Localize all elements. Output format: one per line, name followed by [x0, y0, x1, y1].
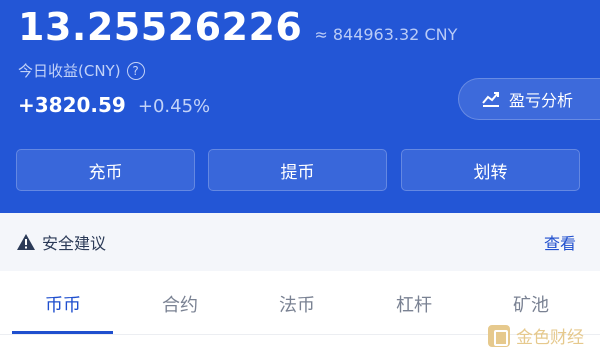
security-advice-label: 安全建议: [42, 234, 107, 253]
transfer-button[interactable]: 划转: [401, 149, 580, 191]
tab-mining-pool[interactable]: 矿池: [481, 291, 581, 317]
profit-loss-analysis-button[interactable]: 盈亏分析: [458, 78, 600, 120]
withdraw-button[interactable]: 提币: [208, 149, 387, 191]
deposit-button[interactable]: 充币: [16, 149, 195, 191]
today-income-label: 今日收益(CNY): [18, 62, 121, 80]
balance-row: 13.25526226 ≈ 844963.32 CNY: [18, 4, 457, 50]
security-advice-bar: 安全建议 查看: [0, 213, 600, 271]
account-summary-panel: 13.25526226 ≈ 844963.32 CNY 今日收益(CNY) ? …: [0, 0, 600, 213]
tab-spot[interactable]: 币币: [13, 291, 113, 317]
total-balance: 13.25526226: [18, 5, 303, 49]
watermark-logo-icon: [488, 324, 510, 347]
tab-futures[interactable]: 合约: [130, 291, 230, 317]
watermark: 金色财经: [488, 323, 584, 348]
tab-fiat[interactable]: 法币: [247, 291, 347, 317]
warning-icon: [17, 234, 35, 250]
today-income-percent: +0.45%: [137, 96, 211, 117]
view-advice-link[interactable]: 查看: [544, 230, 576, 254]
today-income-values: +3820.59 +0.45%: [18, 93, 210, 117]
today-income-amount: +3820.59: [18, 93, 126, 117]
security-advice: 安全建议: [16, 230, 106, 254]
trend-chart-icon: [482, 92, 499, 107]
tab-margin[interactable]: 杠杆: [364, 291, 464, 317]
balance-cny-equivalent: ≈ 844963.32 CNY: [314, 25, 458, 44]
today-income-label-row: 今日收益(CNY) ?: [18, 60, 145, 81]
watermark-text: 金色财经: [516, 328, 584, 348]
profit-loss-analysis-label: 盈亏分析: [509, 91, 574, 110]
help-icon[interactable]: ?: [126, 61, 145, 80]
action-buttons: 充币 提币 划转: [16, 149, 580, 191]
